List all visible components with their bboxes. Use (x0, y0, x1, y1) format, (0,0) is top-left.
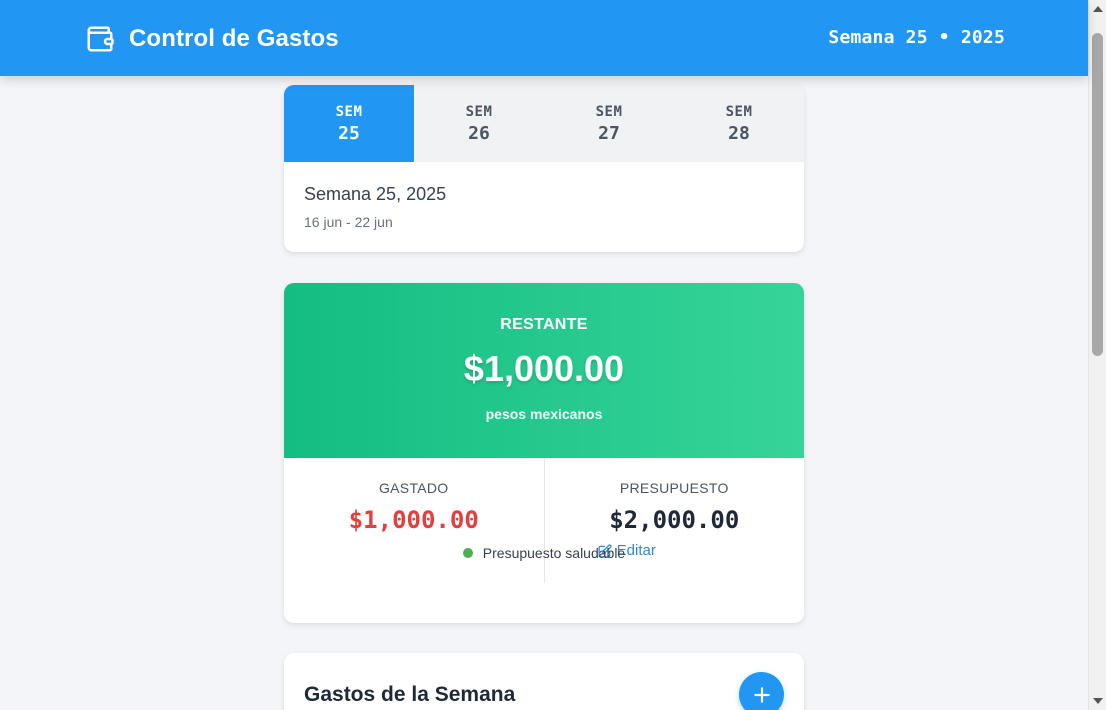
week-title: Semana 25, 2025 (304, 184, 447, 204)
add-expense-button[interactable] (739, 672, 784, 710)
currency-note: pesos mexicanos (485, 406, 603, 422)
weekly-expenses-card: Gastos de la Semana (284, 653, 804, 710)
tab-week-number: 27 (598, 122, 620, 144)
tab-week-prefix: SEM (595, 103, 623, 120)
budget-stats: GASTADO $1,000.00 PRESUPUESTO $2,000.00 … (284, 458, 804, 583)
expenses-title: Gastos de la Semana (304, 683, 516, 706)
tab-week-number: 28 (728, 122, 750, 144)
scroll-down-arrow-icon[interactable] (1093, 698, 1103, 704)
app-header: Control de Gastos Semana 25 • 2025 (0, 0, 1088, 76)
status-dot-icon (462, 548, 473, 558)
tab-week-26[interactable]: SEM 26 (414, 85, 544, 162)
spent-amount: $1,000.00 (348, 506, 479, 534)
spent-stat: GASTADO $1,000.00 (284, 458, 544, 583)
brand: Control de Gastos (85, 24, 339, 54)
tab-week-prefix: SEM (335, 103, 363, 120)
budget-status: Presupuesto saludable (284, 545, 804, 561)
current-week-label: Semana 25 • 2025 (828, 27, 1005, 48)
tab-week-number: 26 (468, 122, 490, 144)
app-title: Control de Gastos (129, 25, 339, 52)
wallet-icon (87, 26, 114, 52)
tab-week-number: 25 (338, 122, 360, 144)
week-date-range: 16 jun - 22 jun (304, 214, 393, 230)
budget-label: PRESUPUESTO (619, 480, 729, 496)
tab-week-27[interactable]: SEM 27 (544, 85, 674, 162)
scrollbar[interactable] (1088, 0, 1106, 710)
budget-amount: $2,000.00 (609, 506, 740, 534)
budget-summary-card: RESTANTE $1,000.00 pesos mexicanos GASTA… (284, 283, 804, 623)
tab-week-28[interactable]: SEM 28 (674, 85, 804, 162)
week-tabs: SEM 25 SEM 26 SEM 27 SEM 28 (284, 85, 804, 162)
scrollbar-thumb[interactable] (1092, 33, 1103, 356)
budget-status-text: Presupuesto saludable (482, 545, 626, 561)
tab-week-prefix: SEM (465, 103, 493, 120)
tab-week-prefix: SEM (725, 103, 753, 120)
budget-stat: PRESUPUESTO $2,000.00 Editar (543, 458, 805, 583)
spent-label: GASTADO (378, 480, 449, 496)
week-info: Semana 25, 2025 16 jun - 22 jun (284, 162, 804, 252)
scroll-up-arrow-icon[interactable] (1093, 6, 1103, 12)
remaining-label: RESTANTE (500, 316, 588, 333)
plus-icon (753, 686, 770, 703)
week-selector-card: SEM 25 SEM 26 SEM 27 SEM 28 Semana 25, 2… (284, 85, 804, 252)
tab-week-25[interactable]: SEM 25 (284, 85, 414, 162)
remaining-amount: $1,000.00 (463, 348, 625, 389)
remaining-panel: RESTANTE $1,000.00 pesos mexicanos (284, 283, 804, 458)
